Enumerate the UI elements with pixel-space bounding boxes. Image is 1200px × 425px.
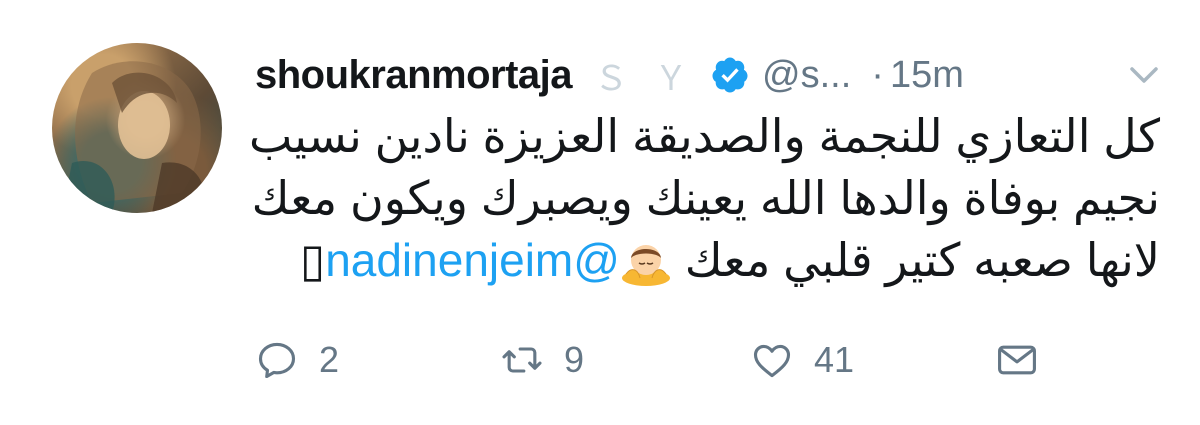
tweet-header: shoukranmortaja Ｓ Ｙ @s... · 15m <box>255 50 964 100</box>
name-glyph-s: Ｓ <box>594 59 629 98</box>
chevron-down-icon[interactable] <box>1124 60 1164 90</box>
verified-badge-icon <box>710 55 750 95</box>
tweet-actions: 2 9 41 <box>255 335 1055 385</box>
person-bowing-emoji <box>621 245 670 286</box>
tweet-line-3-text: لانها صعبه كتير قلبي معك <box>684 234 1160 286</box>
direct-message-icon <box>998 345 1036 375</box>
avatar-image <box>62 61 205 213</box>
like-icon <box>753 344 791 378</box>
like-count: 41 <box>814 339 855 380</box>
separator-dot: · <box>871 53 884 96</box>
reply-count: 2 <box>319 339 340 380</box>
avatar[interactable] <box>52 43 222 213</box>
retweet-icon <box>502 347 542 373</box>
reply-icon <box>258 342 296 379</box>
tweet-line-2: نجيم بوفاة والدها الله يعينك ويصبرك ويكو… <box>251 172 1160 224</box>
mention-link[interactable]: @nadinenjeim <box>325 234 620 286</box>
trailing-glyph: ▯ <box>299 234 326 286</box>
tweet-text: كل التعازي للنجمة والصديقة العزيزة نادين… <box>248 105 1160 291</box>
name-glyph-y: Ｙ <box>654 59 689 98</box>
timestamp[interactable]: 15m <box>890 54 964 97</box>
retweet-count: 9 <box>564 339 585 380</box>
user-handle[interactable]: @s... <box>762 54 851 97</box>
retweet-action[interactable]: 9 <box>500 335 584 385</box>
direct-message-action[interactable] <box>995 335 1039 385</box>
reply-action[interactable]: 2 <box>255 335 339 385</box>
tweet-line-3: لانها صعبه كتير قلبي معك @nadinenjeim▯ <box>250 229 1160 291</box>
display-name[interactable]: shoukranmortaja <box>255 53 573 98</box>
like-action[interactable]: 41 <box>750 335 854 385</box>
tweet-line-1: كل التعازي للنجمة والصديقة العزيزة نادين… <box>248 110 1160 162</box>
